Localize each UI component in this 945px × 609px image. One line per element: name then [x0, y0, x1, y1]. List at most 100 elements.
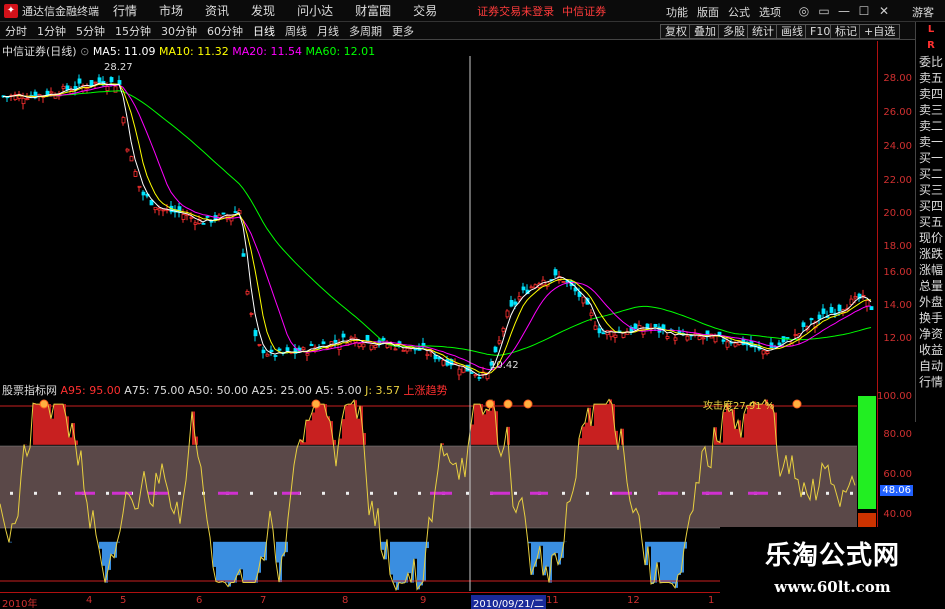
side-item-label[interactable]: 买三 — [916, 182, 945, 198]
side-item-label[interactable]: 卖三 — [916, 102, 945, 118]
stock-name[interactable]: 中信证券(日线) — [2, 45, 77, 58]
candle-body — [601, 332, 606, 335]
candle-body — [829, 307, 834, 313]
side-item-label[interactable]: 买二 — [916, 166, 945, 182]
period-1min[interactable]: 1分钟 — [32, 23, 71, 39]
restore-icon[interactable]: ▭ — [817, 4, 831, 18]
oversold-bar — [402, 541, 405, 584]
candle-body — [349, 336, 354, 340]
indicator-name[interactable]: 股票指标网 — [2, 384, 57, 397]
menu-wealth[interactable]: 财富圈 — [355, 2, 391, 19]
side-item-label[interactable]: 涨跌 — [916, 246, 945, 262]
candle-body — [413, 348, 418, 351]
period-intraday[interactable]: 分时 — [0, 23, 32, 39]
neutral-zone — [0, 446, 857, 528]
top-markers — [39, 399, 802, 409]
side-item-label[interactable]: 净资 — [916, 326, 945, 342]
menu-function[interactable]: 功能 — [666, 4, 688, 20]
mark-button[interactable]: 标记 — [830, 24, 862, 39]
candle-body — [721, 339, 726, 342]
side-item-label[interactable]: 卖一 — [916, 134, 945, 150]
candle-body — [765, 351, 770, 354]
draw-line-button[interactable]: 画线 — [776, 24, 808, 39]
candle-body — [25, 98, 30, 101]
overbought-bar — [318, 404, 321, 445]
side-item-label[interactable]: 现价 — [916, 230, 945, 246]
menu-layout[interactable]: 版面 — [697, 4, 719, 20]
period-15min[interactable]: 15分钟 — [110, 23, 156, 39]
oversold-bar — [417, 541, 420, 590]
period-30min[interactable]: 30分钟 — [156, 23, 202, 39]
period-multi[interactable]: 多周期 — [344, 23, 387, 39]
menu-ask[interactable]: 问小达 — [297, 2, 333, 19]
period-weekly[interactable]: 周线 — [280, 23, 312, 39]
support-icon[interactable]: ◎ — [797, 4, 811, 18]
side-item-label[interactable]: 收益 — [916, 342, 945, 358]
candle-body — [853, 296, 858, 299]
candle-body — [673, 337, 678, 341]
period-monthly[interactable]: 月线 — [312, 23, 344, 39]
candle-body — [273, 355, 278, 357]
overbought-bar — [606, 404, 609, 445]
side-item-label[interactable]: 卖四 — [916, 86, 945, 102]
menu-discover[interactable]: 发现 — [251, 2, 275, 19]
menu-trade[interactable]: 交易 — [413, 2, 437, 19]
side-item-label[interactable]: 买一 — [916, 150, 945, 166]
multi-stock-button[interactable]: 多股 — [718, 24, 750, 39]
side-item-label[interactable]: 自动 — [916, 358, 945, 374]
add-watchlist-button[interactable]: +自选 — [859, 24, 901, 39]
minimize-icon[interactable]: — — [837, 4, 851, 18]
current-ind-value: 48.06 — [880, 485, 913, 496]
crosshair-date: 2010/09/21/二 — [471, 595, 547, 609]
stats-button[interactable]: 统计 — [747, 24, 779, 39]
candle-body — [97, 77, 102, 83]
date-tick: 5 — [120, 595, 127, 606]
price-tick: 22.00 — [883, 175, 912, 186]
menu-market[interactable]: 市场 — [159, 2, 183, 19]
side-item-label[interactable]: 卖二 — [916, 118, 945, 134]
menu-options[interactable]: 选项 — [759, 4, 781, 20]
side-item-label[interactable]: 行情 — [916, 374, 945, 390]
price-tick: 18.00 — [883, 241, 912, 252]
broker-name[interactable]: 中信证券 — [562, 3, 606, 19]
overbought-bar — [54, 404, 57, 445]
side-item-label[interactable]: L — [916, 22, 945, 38]
trade-status[interactable]: 证券交易未登录 — [477, 3, 554, 19]
menu-news[interactable]: 资讯 — [205, 2, 229, 19]
side-item-label[interactable]: 总量 — [916, 278, 945, 294]
overlay-button[interactable]: 叠加 — [689, 24, 721, 39]
adjust-button[interactable]: 复权 — [660, 24, 692, 39]
side-item-label[interactable]: R — [916, 38, 945, 54]
side-item-label[interactable]: 买四 — [916, 198, 945, 214]
candle-body — [553, 269, 558, 276]
oversold-bar — [225, 541, 228, 583]
menu-formula[interactable]: 公式 — [728, 4, 750, 20]
oversold-bar — [393, 541, 396, 583]
side-item-label[interactable]: 换手 — [916, 310, 945, 326]
side-item-label[interactable]: 委比 — [916, 54, 945, 70]
maximize-icon[interactable]: ☐ — [857, 4, 871, 18]
menu-quotes[interactable]: 行情 — [113, 2, 137, 19]
candle-body — [189, 216, 194, 219]
overbought-bar — [39, 404, 42, 445]
candle-body — [277, 348, 282, 351]
mid-dot — [58, 491, 61, 495]
oversold-bar — [249, 541, 252, 583]
period-more[interactable]: 更多 — [387, 23, 419, 39]
oversold-bar — [390, 541, 393, 575]
period-60min[interactable]: 60分钟 — [202, 23, 248, 39]
user-guest[interactable]: 游客 — [912, 4, 934, 20]
candle-body — [149, 199, 154, 206]
candle-body — [441, 359, 446, 366]
period-daily[interactable]: 日线 — [248, 23, 280, 39]
candle-body — [793, 334, 798, 336]
period-5min[interactable]: 5分钟 — [71, 23, 110, 39]
side-item-label[interactable]: 涨幅 — [916, 262, 945, 278]
overbought-bar — [357, 418, 360, 445]
side-item-label[interactable]: 外盘 — [916, 294, 945, 310]
side-item-label[interactable]: 卖五 — [916, 70, 945, 86]
close-icon[interactable]: ✕ — [877, 4, 891, 18]
kline-chart[interactable]: 28.27 10.42 — [0, 41, 877, 381]
ma20-line — [2, 84, 872, 371]
side-item-label[interactable]: 买五 — [916, 214, 945, 230]
